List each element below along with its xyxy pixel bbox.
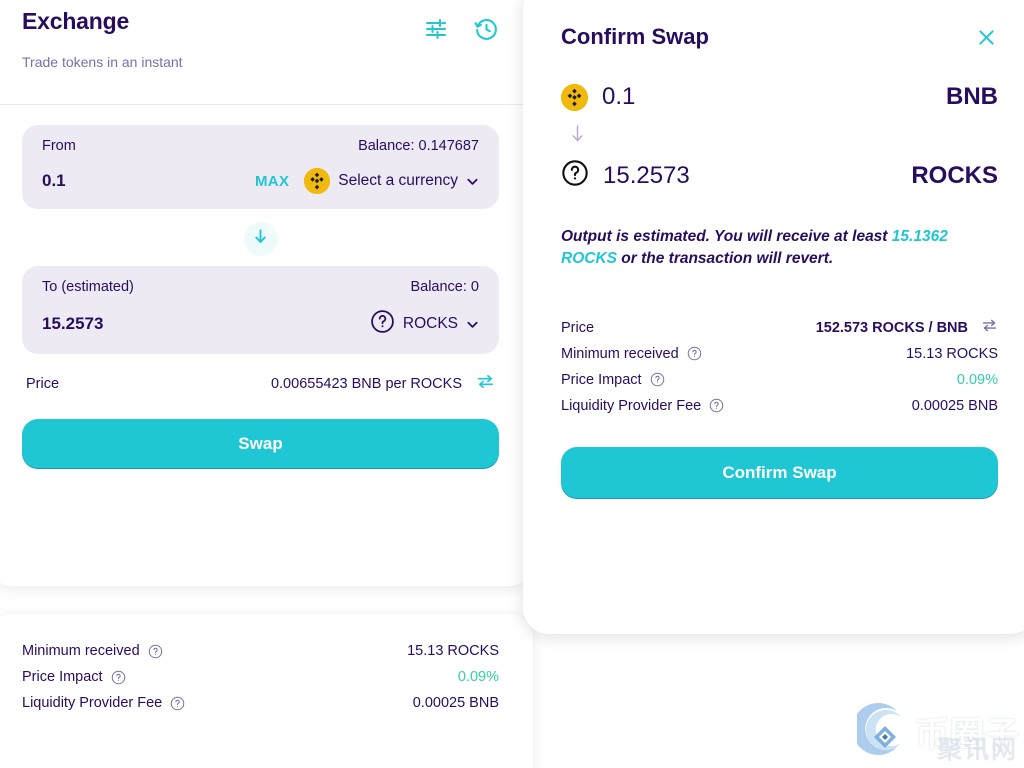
swap-to-amount: 15.2573 bbox=[603, 161, 690, 189]
modal-detail-value: 15.13 ROCKS bbox=[906, 345, 998, 362]
detail-value: 0.00025 BNB bbox=[412, 695, 499, 711]
detail-label: Price Impact bbox=[22, 669, 103, 685]
details-row: Price Impact 0.09% bbox=[22, 664, 499, 690]
to-token-box: To (estimated) Balance: 0 15.2573 ROCKS bbox=[22, 266, 499, 354]
from-token-box: From Balance: 0.147687 0.1 MAX Select a … bbox=[22, 125, 499, 209]
swap-preview: 0.1 BNB 15.2573 ROCKS bbox=[561, 83, 998, 192]
modal-details-row: Price 152.573 ROCKS / BNB bbox=[561, 315, 998, 341]
confirm-swap-modal: Confirm Swap 0.1 BNB 15.2573 ROCKS Outpu… bbox=[523, 0, 1024, 634]
chevron-down-icon bbox=[466, 175, 479, 188]
estimate-note-part1: Output is estimated. You will receive at… bbox=[561, 228, 892, 245]
details-row: Liquidity Provider Fee 0.00025 BNB bbox=[22, 690, 499, 716]
modal-title: Confirm Swap bbox=[561, 24, 709, 49]
exchange-header: Exchange Trade tokens in an instant bbox=[0, 0, 533, 105]
to-amount-input[interactable]: 15.2573 bbox=[42, 314, 103, 334]
detail-value: 0.09% bbox=[457, 669, 499, 685]
switch-tokens-button[interactable] bbox=[243, 222, 278, 256]
details-row: Minimum received 15.13 ROCKS bbox=[22, 638, 499, 664]
arrow-down-icon bbox=[569, 123, 998, 149]
from-currency-selector[interactable]: Select a currency bbox=[304, 168, 479, 194]
swap-to-row: 15.2573 ROCKS bbox=[561, 159, 998, 192]
modal-detail-label: Price bbox=[561, 319, 595, 336]
question-token-icon bbox=[370, 309, 395, 339]
swap-from-symbol: BNB bbox=[946, 83, 998, 110]
bnb-coin-icon bbox=[561, 83, 588, 111]
from-balance: Balance: 0.147687 bbox=[358, 138, 479, 154]
app-root: Exchange Trade tokens in an instant From… bbox=[0, 0, 1024, 768]
swap-direction-icon[interactable] bbox=[476, 372, 495, 396]
confirm-swap-button[interactable]: Confirm Swap bbox=[561, 446, 998, 499]
modal-detail-label: Price Impact bbox=[561, 371, 642, 388]
watermark-logo-icon bbox=[852, 701, 913, 762]
help-icon[interactable] bbox=[709, 398, 724, 413]
estimate-note-part2: or the transaction will revert. bbox=[616, 250, 834, 268]
page-subtitle: Trade tokens in an instant bbox=[22, 54, 183, 70]
sliders-icon[interactable] bbox=[423, 16, 449, 42]
help-icon[interactable] bbox=[111, 670, 126, 685]
exchange-card: Exchange Trade tokens in an instant From… bbox=[0, 0, 533, 586]
price-label: Price bbox=[26, 376, 60, 392]
to-label: To (estimated) bbox=[42, 279, 134, 295]
swap-direction-icon[interactable] bbox=[981, 317, 998, 339]
modal-detail-value: 152.573 ROCKS / BNB bbox=[815, 319, 968, 336]
switch-tokens-wrap bbox=[22, 222, 499, 256]
to-currency-label: ROCKS bbox=[402, 315, 458, 332]
exchange-body: From Balance: 0.147687 0.1 MAX Select a … bbox=[0, 105, 533, 469]
modal-details-row: Price Impact 0.09% bbox=[561, 367, 998, 393]
history-clock-icon[interactable] bbox=[473, 16, 499, 42]
modal-details-row: Liquidity Provider Fee 0.00025 BNB bbox=[561, 393, 998, 419]
help-icon[interactable] bbox=[148, 644, 163, 659]
to-currency-selector[interactable]: ROCKS bbox=[370, 309, 479, 339]
page-title: Exchange bbox=[22, 8, 130, 34]
chevron-down-icon bbox=[466, 318, 479, 331]
header-actions bbox=[423, 8, 499, 42]
from-amount-input[interactable]: 0.1 bbox=[42, 171, 66, 191]
modal-header: Confirm Swap bbox=[561, 24, 998, 50]
question-token-icon bbox=[561, 159, 589, 192]
from-label: From bbox=[42, 138, 76, 154]
from-currency-label: Select a currency bbox=[338, 172, 458, 189]
max-button[interactable]: MAX bbox=[255, 173, 289, 190]
modal-detail-label: Minimum received bbox=[561, 345, 679, 362]
bnb-coin-icon bbox=[304, 168, 331, 194]
help-icon[interactable] bbox=[650, 372, 665, 387]
close-x-icon[interactable] bbox=[974, 25, 998, 49]
help-icon[interactable] bbox=[170, 696, 185, 711]
estimate-note: Output is estimated. You will receive at… bbox=[561, 226, 998, 271]
swap-details-card: Minimum received 15.13 ROCKS Price Impac… bbox=[0, 614, 533, 768]
arrow-down-icon bbox=[251, 227, 270, 251]
price-value: 0.00655423 BNB per ROCKS bbox=[270, 376, 462, 392]
swap-from-row: 0.1 BNB bbox=[561, 83, 998, 111]
detail-label: Minimum received bbox=[22, 643, 140, 659]
modal-detail-label: Liquidity Provider Fee bbox=[561, 397, 702, 414]
watermark-secondary-text: 聚讯网 bbox=[936, 735, 1018, 764]
modal-detail-value: 0.00025 BNB bbox=[911, 397, 998, 414]
price-row: Price 0.00655423 BNB per ROCKS bbox=[22, 354, 499, 396]
to-balance: Balance: 0 bbox=[410, 279, 479, 295]
swap-to-symbol: ROCKS bbox=[911, 161, 998, 189]
swap-from-amount: 0.1 bbox=[602, 83, 636, 110]
modal-details-row: Minimum received 15.13 ROCKS bbox=[561, 341, 998, 367]
modal-details: Price 152.573 ROCKS / BNB Minimum receiv… bbox=[561, 315, 998, 419]
help-icon[interactable] bbox=[687, 346, 702, 361]
modal-detail-value: 0.09% bbox=[956, 371, 998, 388]
swap-button[interactable]: Swap bbox=[22, 419, 499, 469]
detail-value: 15.13 ROCKS bbox=[407, 643, 499, 659]
detail-label: Liquidity Provider Fee bbox=[22, 695, 163, 711]
